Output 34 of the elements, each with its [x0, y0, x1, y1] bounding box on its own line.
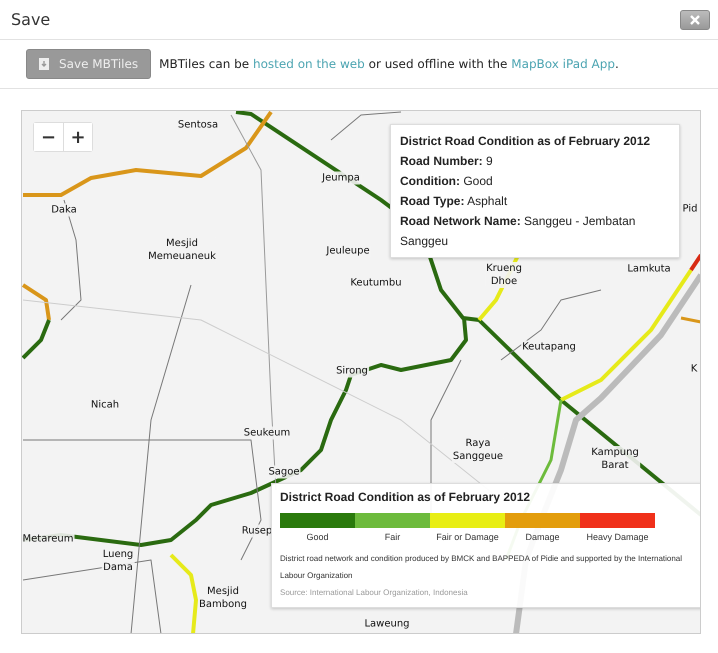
place-label: Krueng Dhoe — [485, 262, 523, 288]
place-label: Laweung — [363, 618, 411, 630]
place-label: Keutapang — [521, 340, 577, 354]
legend-label: Damage — [524, 531, 561, 542]
tooltip-field: Road Number: 9 — [400, 151, 670, 171]
tooltip-field: Road Type: Asphalt — [400, 191, 670, 211]
place-label: Jeumpa — [321, 172, 361, 184]
link[interactable]: hosted on the web — [252, 57, 365, 71]
legend-title: District Road Condition as of February 2012 — [280, 490, 532, 504]
tooltip-title: District Road Condition as of February 2012 — [400, 133, 652, 150]
link[interactable]: MapBox iPad App — [511, 57, 615, 71]
tooltip-field: Condition: Good — [400, 171, 670, 191]
legend-label: Fair — [384, 531, 402, 542]
dialog-title: Save — [11, 10, 50, 29]
place-label: Sirong — [335, 364, 369, 378]
close-icon — [690, 14, 700, 24]
close-button[interactable] — [680, 10, 710, 30]
tooltip-field: Road Network Name: Sanggeu - Jembatan Sanggeu — [400, 211, 670, 251]
place-label: Daka — [50, 204, 78, 216]
place-label: Mesjid Bambong — [198, 585, 248, 611]
zoom-in-button[interactable]: + — [63, 123, 92, 151]
description-text: MBTiles can be hosted on the web or used offline with the MapBox iPad App. — [159, 57, 619, 71]
place-label: Seukeum — [242, 426, 292, 440]
legend-label: Fair or Damage — [435, 531, 500, 542]
place-label: Rusep — [240, 524, 274, 538]
place-label: Sagoe — [267, 466, 301, 478]
place-label: Raya Sanggeue — [452, 437, 504, 463]
download-file-icon — [39, 58, 49, 70]
save-mbtiles-button[interactable]: Save MBTiles — [26, 49, 152, 79]
legend-label: Heavy Damage — [585, 531, 650, 542]
legend-label: Good — [305, 531, 330, 542]
place-label: Jeuleupe — [325, 244, 371, 258]
legend-note: District road network and condition produced by BMCK and BAPPEDA of Pidie and supported by the International Labour Organization — [280, 553, 684, 582]
legend-source: Source: International Labour Organization, Indonesia — [280, 587, 469, 599]
